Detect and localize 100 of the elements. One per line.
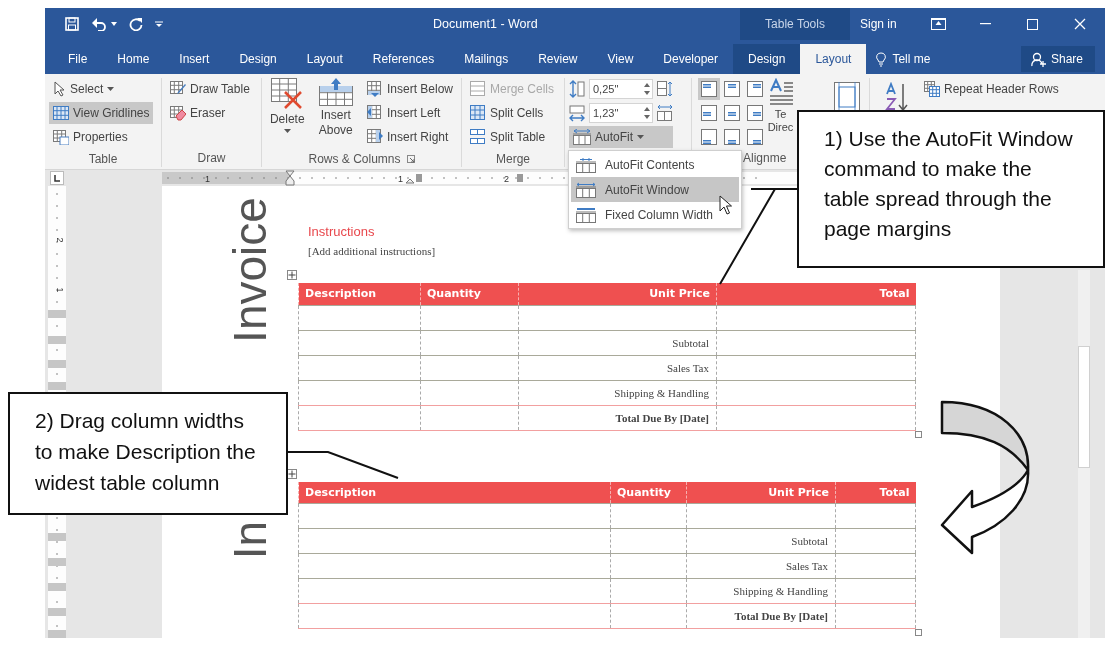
split-table-button[interactable]: Split Table — [466, 126, 559, 148]
indent-marker[interactable] — [405, 178, 415, 184]
spinner-icon[interactable] — [644, 106, 650, 120]
column-header: Total — [835, 481, 916, 504]
alignment-button[interactable] — [698, 126, 720, 148]
insert-row-above-icon — [318, 78, 353, 106]
select-button[interactable]: Select — [49, 78, 154, 100]
sign-in-link[interactable]: Sign in — [860, 17, 897, 31]
split-cells-button[interactable]: Split Cells — [466, 102, 559, 124]
column-width-icon — [569, 104, 585, 122]
merge-cells-icon — [470, 81, 486, 97]
text-alignment-icon — [747, 105, 763, 121]
fixed-width-icon — [576, 206, 596, 223]
resize-handle-icon[interactable] — [915, 629, 922, 636]
caret-icon — [107, 87, 115, 91]
autofit-button[interactable]: AutoFit — [569, 126, 673, 148]
minimize-icon[interactable] — [980, 23, 991, 25]
context-label: Table Tools — [740, 8, 850, 40]
ribbon-tab[interactable]: Mailings — [449, 44, 524, 74]
tab-selector-icon[interactable] — [50, 171, 64, 185]
alignment-button[interactable] — [698, 102, 720, 124]
text-alignment-icon — [747, 129, 763, 145]
repeat-header-rows-button[interactable]: Repeat Header Rows — [920, 78, 1063, 100]
table-properties-icon — [53, 129, 69, 145]
view-gridlines-button[interactable]: View Gridlines — [49, 102, 154, 124]
text-alignment-icon — [724, 81, 740, 97]
ribbon-tab[interactable]: Home — [102, 44, 165, 74]
insert-column-right-icon — [366, 129, 383, 145]
table-cell: Sales Tax — [686, 553, 836, 579]
sort-icon[interactable] — [884, 82, 910, 112]
alignment-button[interactable] — [721, 102, 743, 124]
invoice-heading: In — [227, 520, 273, 559]
tell-me-search[interactable]: Tell me — [876, 44, 931, 74]
alignment-button[interactable] — [744, 102, 766, 124]
column-marker[interactable] — [517, 174, 523, 182]
redo-icon[interactable] — [129, 17, 143, 31]
alignment-button[interactable] — [744, 126, 766, 148]
close-icon[interactable] — [1073, 18, 1086, 30]
move-handle-icon[interactable] — [287, 270, 297, 280]
delete-button[interactable]: Delete — [266, 78, 309, 150]
column-width-field[interactable]: 1,23" — [589, 103, 653, 123]
indent-marker[interactable] — [285, 170, 295, 186]
ribbon-display-icon[interactable] — [931, 18, 946, 30]
window-title: Document1 - Word — [433, 17, 538, 31]
column-header: Total — [716, 283, 916, 305]
alignment-button[interactable] — [744, 78, 766, 100]
eraser-icon — [170, 105, 186, 121]
draw-table-button[interactable]: Draw Table — [166, 78, 254, 100]
insert-above-button[interactable]: Insert Above — [314, 78, 357, 150]
menu-item[interactable]: AutoFit Contents — [571, 152, 739, 177]
spinner-icon[interactable] — [644, 82, 650, 96]
eraser-button[interactable]: Eraser — [166, 102, 254, 124]
ribbon-tab[interactable]: Layout — [800, 44, 867, 74]
table-cell: Total Due By [Date] — [686, 603, 836, 629]
alignment-button[interactable] — [721, 78, 743, 100]
alignment-button[interactable] — [698, 78, 720, 100]
person-plus-icon — [1030, 51, 1046, 67]
split-table-icon — [470, 129, 486, 145]
table-delete-icon — [271, 78, 304, 110]
cell-margins-icon[interactable] — [834, 82, 860, 112]
customize-icon[interactable] — [155, 20, 163, 28]
distribute-rows-icon — [657, 81, 673, 97]
caret-icon[interactable] — [111, 22, 117, 26]
ribbon-tab[interactable]: View — [592, 44, 649, 74]
group-label: Table — [88, 151, 118, 166]
ruler-number: 2 — [504, 173, 509, 184]
ribbon-tab[interactable]: References — [357, 44, 450, 74]
table-cell: Total Due By [Date] — [518, 405, 717, 430]
ribbon-tab[interactable]: Design — [733, 44, 801, 74]
menu-item[interactable]: Fixed Column Width — [571, 202, 739, 227]
column-marker[interactable] — [416, 174, 422, 182]
ribbon-tab[interactable]: File — [53, 44, 103, 74]
table-cell: Subtotal — [686, 528, 836, 554]
grid-icon — [53, 106, 69, 120]
mouse-pointer-icon — [719, 195, 732, 215]
text-alignment-icon — [701, 129, 717, 145]
scrollbar[interactable] — [1078, 270, 1090, 638]
text-direction-button[interactable]: Te Direc — [767, 78, 794, 150]
insert-right-button[interactable]: Insert Right — [362, 126, 457, 148]
properties-button[interactable]: Properties — [49, 126, 154, 148]
ribbon-tab[interactable]: Layout — [291, 44, 358, 74]
ribbon-tab[interactable]: Developer — [648, 44, 733, 74]
insert-below-button[interactable]: Insert Below — [362, 78, 457, 100]
table-cell: Shipping & Handling — [518, 380, 717, 405]
insert-left-button[interactable]: Insert Left — [362, 102, 457, 124]
undo-icon[interactable] — [91, 17, 107, 31]
save-icon[interactable] — [65, 17, 79, 31]
row-height-field[interactable]: 0,25" — [589, 79, 653, 99]
text-direction-icon — [767, 78, 794, 108]
ribbon-tab[interactable]: Insert — [164, 44, 225, 74]
resize-handle-icon[interactable] — [915, 430, 922, 438]
maximize-icon[interactable] — [1027, 18, 1038, 30]
alignment-button[interactable] — [721, 126, 743, 148]
ruler-number: 1 — [398, 173, 403, 184]
instructions-text: [Add additional instructions] — [308, 244, 436, 258]
dialog-launcher-icon[interactable] — [406, 154, 415, 163]
menu-item[interactable]: AutoFit Window — [571, 177, 739, 202]
share-button[interactable]: Share — [1020, 46, 1095, 72]
ribbon-tab[interactable]: Review — [523, 44, 593, 74]
ribbon-tab[interactable]: Design — [224, 44, 292, 74]
